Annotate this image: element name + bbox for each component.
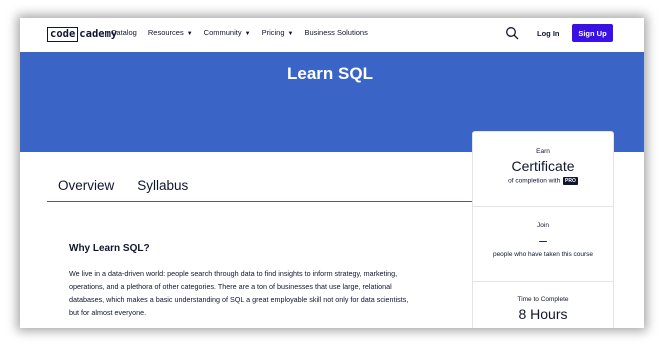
pro-badge: PRO [563,177,578,185]
earn-sub: of completion with PRO [508,177,578,185]
nav-catalog[interactable]: Catalog [111,28,137,37]
card-divider [473,206,613,207]
chevron-down-icon: ▼ [287,31,294,37]
browser-frame: code cademy Catalog Resources ▼ Community ▼… [20,18,644,328]
earn-section: Earn Certificate of completion with PRO [473,148,613,185]
earn-label: Earn [536,148,550,155]
tab-divider [47,201,472,202]
search-icon[interactable] [505,26,519,40]
section-heading: Why Learn SQL? [69,243,150,254]
page-title: Learn SQL [287,64,373,83]
nav-business-solutions[interactable]: Business Solutions [304,28,367,37]
nav-pricing[interactable]: Pricing ▼ [262,28,294,37]
course-tabs: Overview Syllabus [58,178,188,193]
join-value: – [539,232,547,248]
nav-community[interactable]: Community ▼ [204,28,251,37]
nav-resources[interactable]: Resources ▼ [148,28,193,37]
card-divider [473,281,613,282]
course-info-card: Earn Certificate of completion with PRO … [472,131,614,328]
top-nav: code cademy Catalog Resources ▼ Community ▼… [20,18,644,52]
login-link[interactable]: Log In [537,29,560,38]
section-paragraph: We live in a data-driven world: people s… [69,269,409,317]
tab-syllabus[interactable]: Syllabus [137,178,188,193]
tab-overview[interactable]: Overview [58,178,114,193]
chevron-down-icon: ▼ [244,31,251,37]
time-section: Time to Complete 8 Hours [473,296,613,322]
join-label: Join [537,222,549,229]
codecademy-logo[interactable]: code cademy [47,26,117,42]
time-value: 8 Hours [518,306,568,322]
earn-value: Certificate [511,158,575,174]
time-label: Time to Complete [517,296,569,303]
join-sub: people who have taken this course [492,251,594,258]
nav-links: Catalog Resources ▼ Community ▼ Pricing ▼ B… [111,28,368,37]
signup-button[interactable]: Sign Up [572,24,613,42]
join-section: Join – people who have taken this course [473,222,613,258]
chevron-down-icon: ▼ [186,31,193,37]
